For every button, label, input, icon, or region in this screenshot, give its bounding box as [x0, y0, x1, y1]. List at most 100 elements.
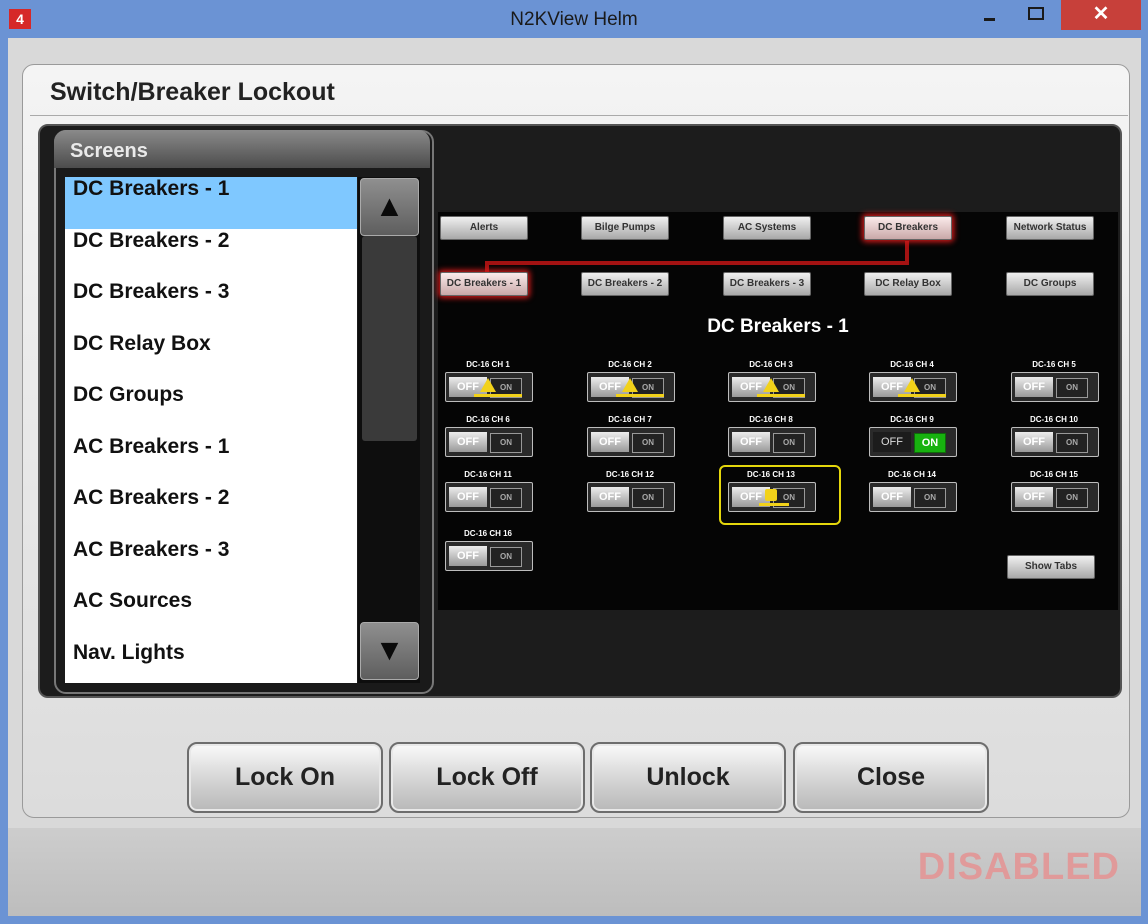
list-item[interactable]: DC Groups [65, 383, 357, 435]
list-item[interactable]: DC Breakers - 2 [65, 229, 357, 281]
channel-label: DC-16 CH 11 [464, 470, 512, 479]
switch-off-label: OFF [873, 432, 911, 452]
switch-off-label: OFF [873, 487, 911, 507]
breaker-switch[interactable]: OFF ON [445, 482, 533, 512]
list-item[interactable]: AC Breakers - 3 [65, 538, 357, 590]
warning-strip [616, 394, 664, 397]
breaker-switch[interactable]: OFF ON [587, 427, 675, 457]
screens-title: Screens [70, 140, 148, 162]
list-item[interactable]: DC Relay Box [65, 332, 357, 384]
switch-off-label: OFF [591, 487, 629, 507]
screens-list: DC Breakers - 1 DC Breakers - 2 DC Break… [65, 177, 357, 683]
channel-label: DC-16 CH 1 [466, 360, 510, 369]
title-bar: 4 N2KView Helm ✕ [0, 0, 1148, 38]
tab-connector [905, 241, 909, 263]
warning-icon [904, 378, 920, 392]
preview-nav-button[interactable]: Bilge Pumps [581, 216, 669, 240]
preview-nav-button[interactable]: Network Status [1006, 216, 1094, 240]
breaker-switch[interactable]: OFF ON [445, 372, 533, 402]
list-item[interactable]: AC Sources [65, 589, 357, 641]
channel-label: DC-16 CH 16 [463, 529, 512, 538]
switch-on-label: ON [773, 433, 805, 453]
minimize-icon [984, 18, 995, 21]
triangle-down-icon: ▼ [374, 634, 405, 667]
close-icon: ✕ [1092, 3, 1110, 25]
channel-label: DC-16 CH 15 [1029, 470, 1078, 479]
scroll-up-button[interactable]: ▲ [360, 178, 419, 236]
selected-switch-highlight [719, 465, 841, 525]
minimize-button[interactable] [967, 0, 1013, 30]
breaker-switch[interactable]: OFF ON [445, 427, 533, 457]
switch-on-label: ON [914, 488, 946, 508]
list-item[interactable]: Nav. Lights [65, 641, 357, 684]
switch-off-label: OFF [1015, 487, 1053, 507]
switch-on-label: ON [914, 433, 946, 453]
switch-off-label: OFF [1015, 432, 1053, 452]
breaker-switch[interactable]: OFF ON [869, 427, 957, 457]
warning-strip [474, 394, 522, 397]
channel-label: DC-16 CH 5 [1032, 360, 1076, 369]
switch-on-label: ON [632, 433, 664, 453]
breaker-switch[interactable]: OFF ON [728, 372, 816, 402]
channel-label: DC-16 CH 7 [608, 415, 652, 424]
scrollbar-thumb[interactable] [362, 236, 417, 441]
switch-on-label: ON [490, 547, 522, 567]
close-window-button[interactable]: ✕ [1061, 0, 1141, 30]
channel-label: DC-16 CH 10 [1029, 415, 1078, 424]
switch-off-label: OFF [591, 432, 629, 452]
list-item[interactable]: DC Breakers - 3 [65, 280, 357, 332]
switch-on-label: ON [490, 488, 522, 508]
breaker-switch[interactable]: OFF ON [1011, 482, 1099, 512]
switch-on-label: ON [490, 433, 522, 453]
switch-off-label: OFF [449, 546, 487, 566]
breaker-switch[interactable]: OFF ON [587, 372, 675, 402]
preview-nav-button[interactable]: AC Systems [723, 216, 811, 240]
list-item[interactable]: DC Breakers - 1 [65, 177, 357, 229]
show-tabs-button[interactable]: Show Tabs [1007, 555, 1095, 579]
list-item[interactable]: AC Breakers - 1 [65, 435, 357, 487]
breaker-switch[interactable]: OFF ON [869, 482, 957, 512]
switch-off-label: OFF [1015, 377, 1053, 397]
preview-subnav-button[interactable]: DC Groups [1006, 272, 1094, 296]
divider [30, 115, 1128, 116]
switch-on-label: ON [632, 488, 664, 508]
switch-off-label: OFF [732, 432, 770, 452]
preview-subnav-button[interactable]: DC Breakers - 2 [581, 272, 669, 296]
triangle-up-icon: ▲ [374, 190, 405, 223]
warning-icon [480, 378, 496, 392]
lock-off-button[interactable]: Lock Off [389, 742, 585, 813]
warning-icon [622, 378, 638, 392]
preview-nav-button[interactable]: Alerts [440, 216, 528, 240]
close-button[interactable]: Close [793, 742, 989, 813]
lock-on-button[interactable]: Lock On [187, 742, 383, 813]
breaker-switch[interactable]: OFF ON [445, 541, 533, 571]
breaker-switch[interactable]: OFF ON [728, 427, 816, 457]
channel-label: DC-16 CH 8 [749, 415, 793, 424]
channel-label: DC-16 CH 12 [605, 470, 654, 479]
channel-label: DC-16 CH 14 [887, 470, 936, 479]
scroll-down-button[interactable]: ▼ [360, 622, 419, 680]
channel-label: DC-16 CH 6 [466, 415, 510, 424]
unlock-button[interactable]: Unlock [590, 742, 786, 813]
list-item[interactable]: AC Breakers - 2 [65, 486, 357, 538]
preview-subnav-button[interactable]: DC Breakers - 1 [440, 272, 528, 296]
warning-strip [757, 394, 805, 397]
channel-label: DC-16 CH 2 [608, 360, 652, 369]
status-text: DISABLED [917, 846, 1120, 888]
preview-nav-button[interactable]: DC Breakers [864, 216, 952, 240]
preview-subnav-button[interactable]: DC Relay Box [864, 272, 952, 296]
channel-label: DC-16 CH 9 [890, 415, 934, 424]
preview-heading: DC Breakers - 1 [707, 316, 849, 337]
switch-off-label: OFF [449, 487, 487, 507]
breaker-switch[interactable]: OFF ON [869, 372, 957, 402]
tab-connector [485, 261, 909, 265]
preview-subnav-button[interactable]: DC Breakers - 3 [723, 272, 811, 296]
maximize-button[interactable] [1012, 0, 1058, 30]
breaker-switch[interactable]: OFF ON [1011, 427, 1099, 457]
warning-icon [763, 378, 779, 392]
switch-on-label: ON [1056, 488, 1088, 508]
switch-off-label: OFF [449, 432, 487, 452]
breaker-switch[interactable]: OFF ON [587, 482, 675, 512]
switch-on-label: ON [1056, 433, 1088, 453]
breaker-switch[interactable]: OFF ON [1011, 372, 1099, 402]
